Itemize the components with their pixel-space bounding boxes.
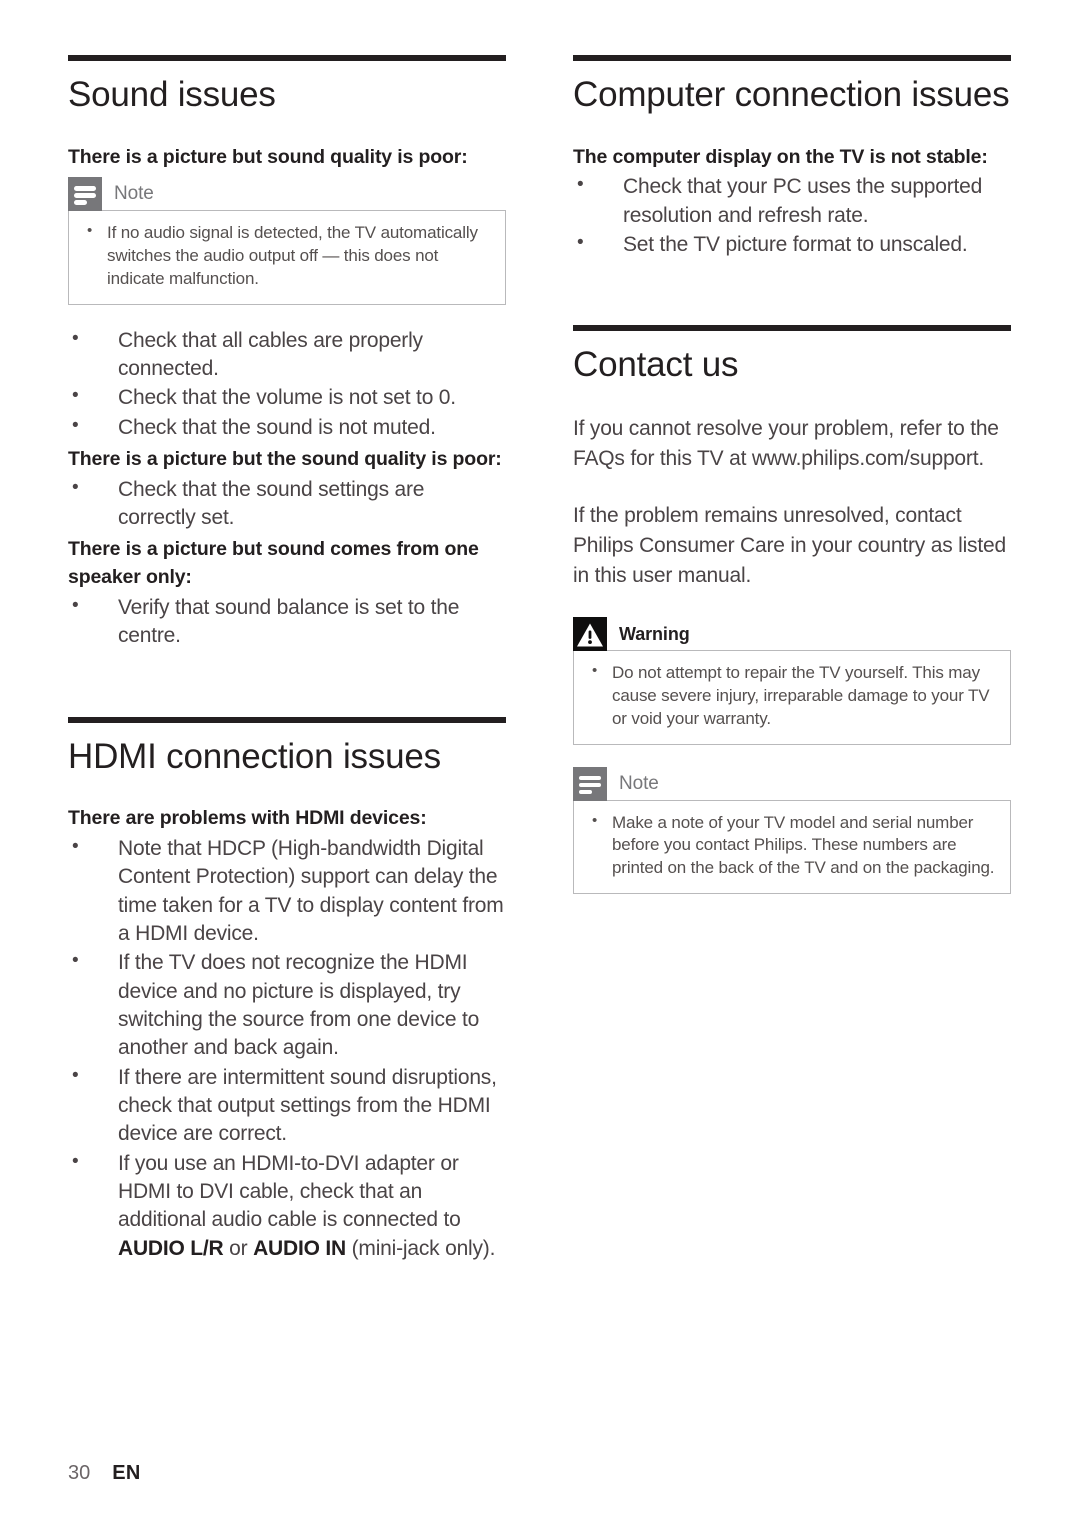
warning-callout-body: Do not attempt to repair the TV yourself…	[573, 650, 1011, 745]
list-item: Verify that sound balance is set to the …	[68, 593, 506, 651]
list-item: Note that HDCP (High-bandwidth Digital C…	[68, 834, 506, 948]
note-callout-body: Make a note of your TV model and serial …	[573, 799, 1011, 894]
list-item: Check that the volume is not set to 0.	[68, 383, 506, 412]
bullet-list-hdmi-checks: Note that HDCP (High-bandwidth Digital C…	[68, 834, 506, 1263]
note-icon	[68, 177, 102, 212]
right-column: Computer connection issues The computer …	[573, 55, 1011, 916]
note-callout-header: Note	[573, 766, 1011, 801]
bullet-list-sound-settings: Check that the sound settings are correc…	[68, 475, 506, 533]
manual-page: Sound issues There is a picture but soun…	[0, 0, 1080, 1527]
section-rule	[573, 55, 1011, 61]
note-icon	[573, 766, 607, 801]
audio-lr-label: AUDIO L/R	[118, 1236, 224, 1260]
page-title-sound-issues: Sound issues	[68, 75, 276, 114]
hdmi-dvi-suffix: (mini-jack only).	[345, 1236, 496, 1260]
note-callout-body: If no audio signal is detected, the TV a…	[68, 210, 506, 305]
audio-in-label: AUDIO IN	[253, 1236, 346, 1260]
subheading-sound-quality-poor: There is a picture but sound quality is …	[68, 145, 468, 168]
note-callout-label: Note	[114, 183, 154, 205]
section-rule	[68, 55, 506, 61]
bullet-list-sound-balance: Verify that sound balance is set to the …	[68, 593, 506, 651]
list-item: If the TV does not recognize the HDMI de…	[68, 948, 506, 1062]
list-item: If no audio signal is detected, the TV a…	[83, 221, 491, 290]
subheading-one-speaker-only: There is a picture but sound comes from …	[68, 538, 479, 589]
list-item-hdmi-dvi: If you use an HDMI-to-DVI adapter or HDM…	[68, 1149, 506, 1263]
contact-paragraph-consumer-care: If the problem remains unresolved, conta…	[573, 503, 1006, 588]
warning-callout-header: Warning	[573, 617, 1011, 652]
subheading-sound-quality-poor-2: There is a picture but the sound quality…	[68, 448, 502, 471]
contact-paragraph-faq: If you cannot resolve your problem, refe…	[573, 417, 999, 471]
warning-callout: Warning Do not attempt to repair the TV …	[573, 617, 1011, 745]
left-column: Sound issues There is a picture but soun…	[68, 55, 506, 1267]
list-item: Do not attempt to repair the TV yourself…	[588, 661, 996, 730]
page-title-contact-us: Contact us	[573, 345, 739, 385]
note-callout-label: Note	[619, 772, 659, 794]
page-title-computer-connection-issues: Computer connection issues	[573, 75, 1010, 114]
list-item: Make a note of your TV model and serial …	[588, 811, 996, 880]
section-rule	[68, 716, 506, 723]
section-rule	[573, 325, 1011, 332]
warning-triangle-glyph	[577, 623, 603, 647]
bullet-list-computer-checks: Check that your PC uses the supported re…	[573, 172, 1011, 259]
note-callout: Note If no audio signal is detected, the…	[68, 177, 506, 305]
list-item: Check that your PC uses the supported re…	[573, 172, 1011, 230]
hdmi-dvi-prefix: If you use an HDMI-to-DVI adapter or HDM…	[118, 1151, 461, 1232]
warning-callout-label: Warning	[619, 623, 690, 644]
subheading-display-not-stable: The computer display on the TV is not st…	[573, 145, 988, 168]
note-callout: Note Make a note of your TV model and se…	[573, 766, 1011, 894]
list-item: If there are intermittent sound disrupti…	[68, 1063, 506, 1149]
section-hdmi-connection-issues: HDMI connection issues There are problem…	[68, 691, 506, 1264]
bullet-list-sound-checks: Check that all cables are properly conne…	[68, 326, 506, 442]
hdmi-dvi-middle: or	[223, 1236, 254, 1260]
page-title-hdmi-connection-issues: HDMI connection issues	[68, 736, 441, 776]
note-callout-header: Note	[68, 177, 506, 212]
section-contact-us: Contact us If you cannot resolve your pr…	[573, 299, 1011, 894]
list-item: Check that the sound settings are correc…	[68, 475, 506, 533]
section-computer-connection-issues: Computer connection issues The computer …	[573, 55, 1011, 259]
page-language-code: EN	[112, 1462, 141, 1484]
list-item: Set the TV picture format to unscaled.	[573, 230, 1011, 259]
list-item: Check that the sound is not muted.	[68, 413, 506, 442]
page-footer: 30 EN	[68, 1462, 141, 1485]
section-sound-issues: Sound issues There is a picture but soun…	[68, 55, 506, 651]
warning-triangle-icon	[573, 617, 607, 652]
list-item: Check that all cables are properly conne…	[68, 326, 506, 384]
page-number: 30	[68, 1462, 91, 1484]
subheading-hdmi-device-problems: There are problems with HDMI devices:	[68, 807, 427, 830]
